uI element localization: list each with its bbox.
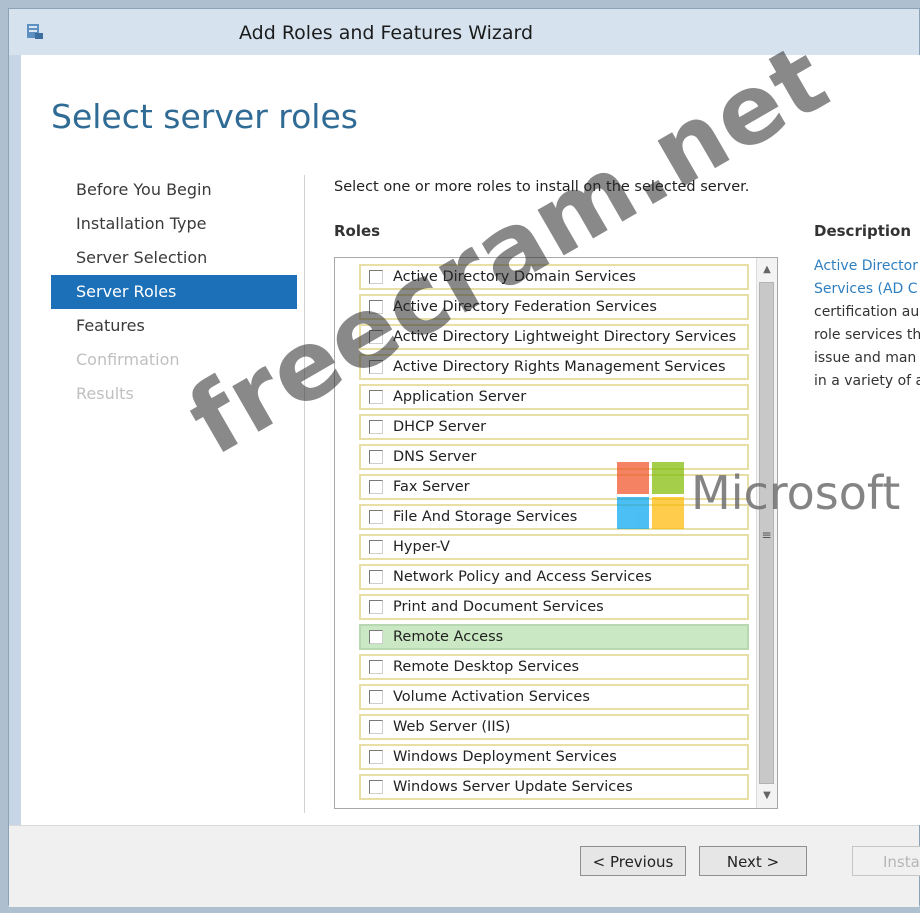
role-item-remote-access[interactable]: Remote Access — [359, 624, 749, 650]
nav-divider — [304, 175, 305, 813]
role-label: Fax Server — [393, 479, 470, 495]
role-label: Windows Server Update Services — [393, 779, 633, 795]
instruction-text: Select one or more roles to install on t… — [334, 179, 750, 195]
role-label: DNS Server — [393, 449, 477, 465]
install-button: Insta — [852, 846, 920, 876]
role-item-windows-deployment-services[interactable]: Windows Deployment Services — [359, 744, 749, 770]
roles-header: Roles — [334, 222, 381, 240]
role-label: Print and Document Services — [393, 599, 604, 615]
description-link[interactable]: Services (AD C — [814, 278, 920, 301]
role-checkbox[interactable] — [369, 720, 383, 734]
nav-item-features[interactable]: Features — [51, 309, 297, 343]
window-title: Add Roles and Features Wizard — [239, 22, 534, 44]
role-checkbox[interactable] — [369, 600, 383, 614]
role-item-fax-server[interactable]: Fax Server — [359, 474, 749, 500]
role-checkbox[interactable] — [369, 420, 383, 434]
role-list: Active Directory Domain Services Active … — [359, 264, 749, 804]
role-item-windows-server-update-services[interactable]: Windows Server Update Services — [359, 774, 749, 800]
role-item-remote-desktop-services[interactable]: Remote Desktop Services — [359, 654, 749, 680]
nav-item-results: Results — [76, 384, 134, 403]
title-bar[interactable]: Add Roles and Features Wizard — [9, 9, 919, 55]
nav-item-confirmation: Confirmation — [76, 350, 180, 369]
role-label: Active Directory Rights Management Servi… — [393, 359, 726, 375]
role-checkbox[interactable] — [369, 750, 383, 764]
role-checkbox[interactable] — [369, 660, 383, 674]
roles-tree: Active Directory Domain Services Active … — [334, 257, 778, 809]
role-checkbox[interactable] — [369, 390, 383, 404]
role-item-file-and-storage-services[interactable]: File And Storage Services — [359, 504, 749, 530]
role-checkbox[interactable] — [369, 480, 383, 494]
description-text: issue and man — [814, 350, 917, 366]
role-label: Web Server (IIS) — [393, 719, 511, 735]
role-checkbox[interactable] — [369, 270, 383, 284]
role-item-ad-federation-services[interactable]: Active Directory Federation Services — [359, 294, 749, 320]
wizard-footer: < Previous Next > Insta — [9, 825, 920, 907]
wizard-content: Select server roles Before You Begin Ins… — [21, 55, 920, 825]
description-text: role services th — [814, 327, 920, 343]
role-label: Windows Deployment Services — [393, 749, 617, 765]
role-checkbox[interactable] — [369, 570, 383, 584]
nav-item-server-selection[interactable]: Server Selection — [51, 241, 297, 275]
description-text: certification au — [814, 304, 920, 320]
role-item-ad-lightweight-directory-services[interactable]: Active Directory Lightweight Directory S… — [359, 324, 749, 350]
nav-item-before-you-begin[interactable]: Before You Begin — [51, 173, 297, 207]
role-checkbox[interactable] — [369, 330, 383, 344]
role-label: Active Directory Domain Services — [393, 269, 636, 285]
description-link[interactable]: Active Director — [814, 255, 920, 278]
description-text: in a variety of a — [814, 373, 920, 389]
role-checkbox[interactable] — [369, 540, 383, 554]
previous-button[interactable]: < Previous — [580, 846, 686, 876]
role-checkbox[interactable] — [369, 630, 383, 644]
role-label: Application Server — [393, 389, 527, 405]
role-label: Volume Activation Services — [393, 689, 590, 705]
role-checkbox[interactable] — [369, 450, 383, 464]
nav-item-installation-type[interactable]: Installation Type — [51, 207, 297, 241]
role-item-application-server[interactable]: Application Server — [359, 384, 749, 410]
role-label: Remote Desktop Services — [393, 659, 580, 675]
role-item-network-policy-access-services[interactable]: Network Policy and Access Services — [359, 564, 749, 590]
role-label: Network Policy and Access Services — [393, 569, 652, 585]
page-title: Select server roles — [51, 97, 358, 136]
wizard-window: Add Roles and Features Wizard Select ser… — [8, 8, 920, 907]
role-checkbox[interactable] — [369, 510, 383, 524]
role-item-web-server-iis[interactable]: Web Server (IIS) — [359, 714, 749, 740]
role-item-volume-activation-services[interactable]: Volume Activation Services — [359, 684, 749, 710]
role-item-print-document-services[interactable]: Print and Document Services — [359, 594, 749, 620]
role-label: File And Storage Services — [393, 509, 578, 525]
role-label: Active Directory Lightweight Directory S… — [393, 329, 737, 345]
role-checkbox[interactable] — [369, 690, 383, 704]
role-label: DHCP Server — [393, 419, 487, 435]
role-item-ad-rights-management-services[interactable]: Active Directory Rights Management Servi… — [359, 354, 749, 380]
role-checkbox[interactable] — [369, 300, 383, 314]
roles-scrollbar[interactable]: ▲ ≡ ▼ — [756, 258, 777, 808]
scroll-thumb[interactable]: ≡ — [759, 282, 774, 784]
role-label: Remote Access — [393, 629, 504, 645]
grip-icon: ≡ — [761, 528, 772, 542]
scroll-down-arrow-icon[interactable]: ▼ — [757, 786, 777, 806]
wizard-nav: Before You Begin Installation Type Serve… — [51, 173, 297, 411]
role-checkbox[interactable] — [369, 360, 383, 374]
role-label: Hyper-V — [393, 539, 450, 555]
scroll-up-arrow-icon[interactable]: ▲ — [757, 260, 777, 280]
nav-item-server-roles[interactable]: Server Roles — [51, 275, 297, 309]
role-item-dns-server[interactable]: DNS Server — [359, 444, 749, 470]
description-panel: Active Director Services (AD C certifica… — [814, 255, 920, 393]
next-button[interactable]: Next > — [699, 846, 807, 876]
description-header: Description — [814, 222, 912, 240]
role-item-dhcp-server[interactable]: DHCP Server — [359, 414, 749, 440]
role-item-hyper-v[interactable]: Hyper-V — [359, 534, 749, 560]
role-label: Active Directory Federation Services — [393, 299, 657, 315]
role-checkbox[interactable] — [369, 780, 383, 794]
role-item-ad-domain-services[interactable]: Active Directory Domain Services — [359, 264, 749, 290]
